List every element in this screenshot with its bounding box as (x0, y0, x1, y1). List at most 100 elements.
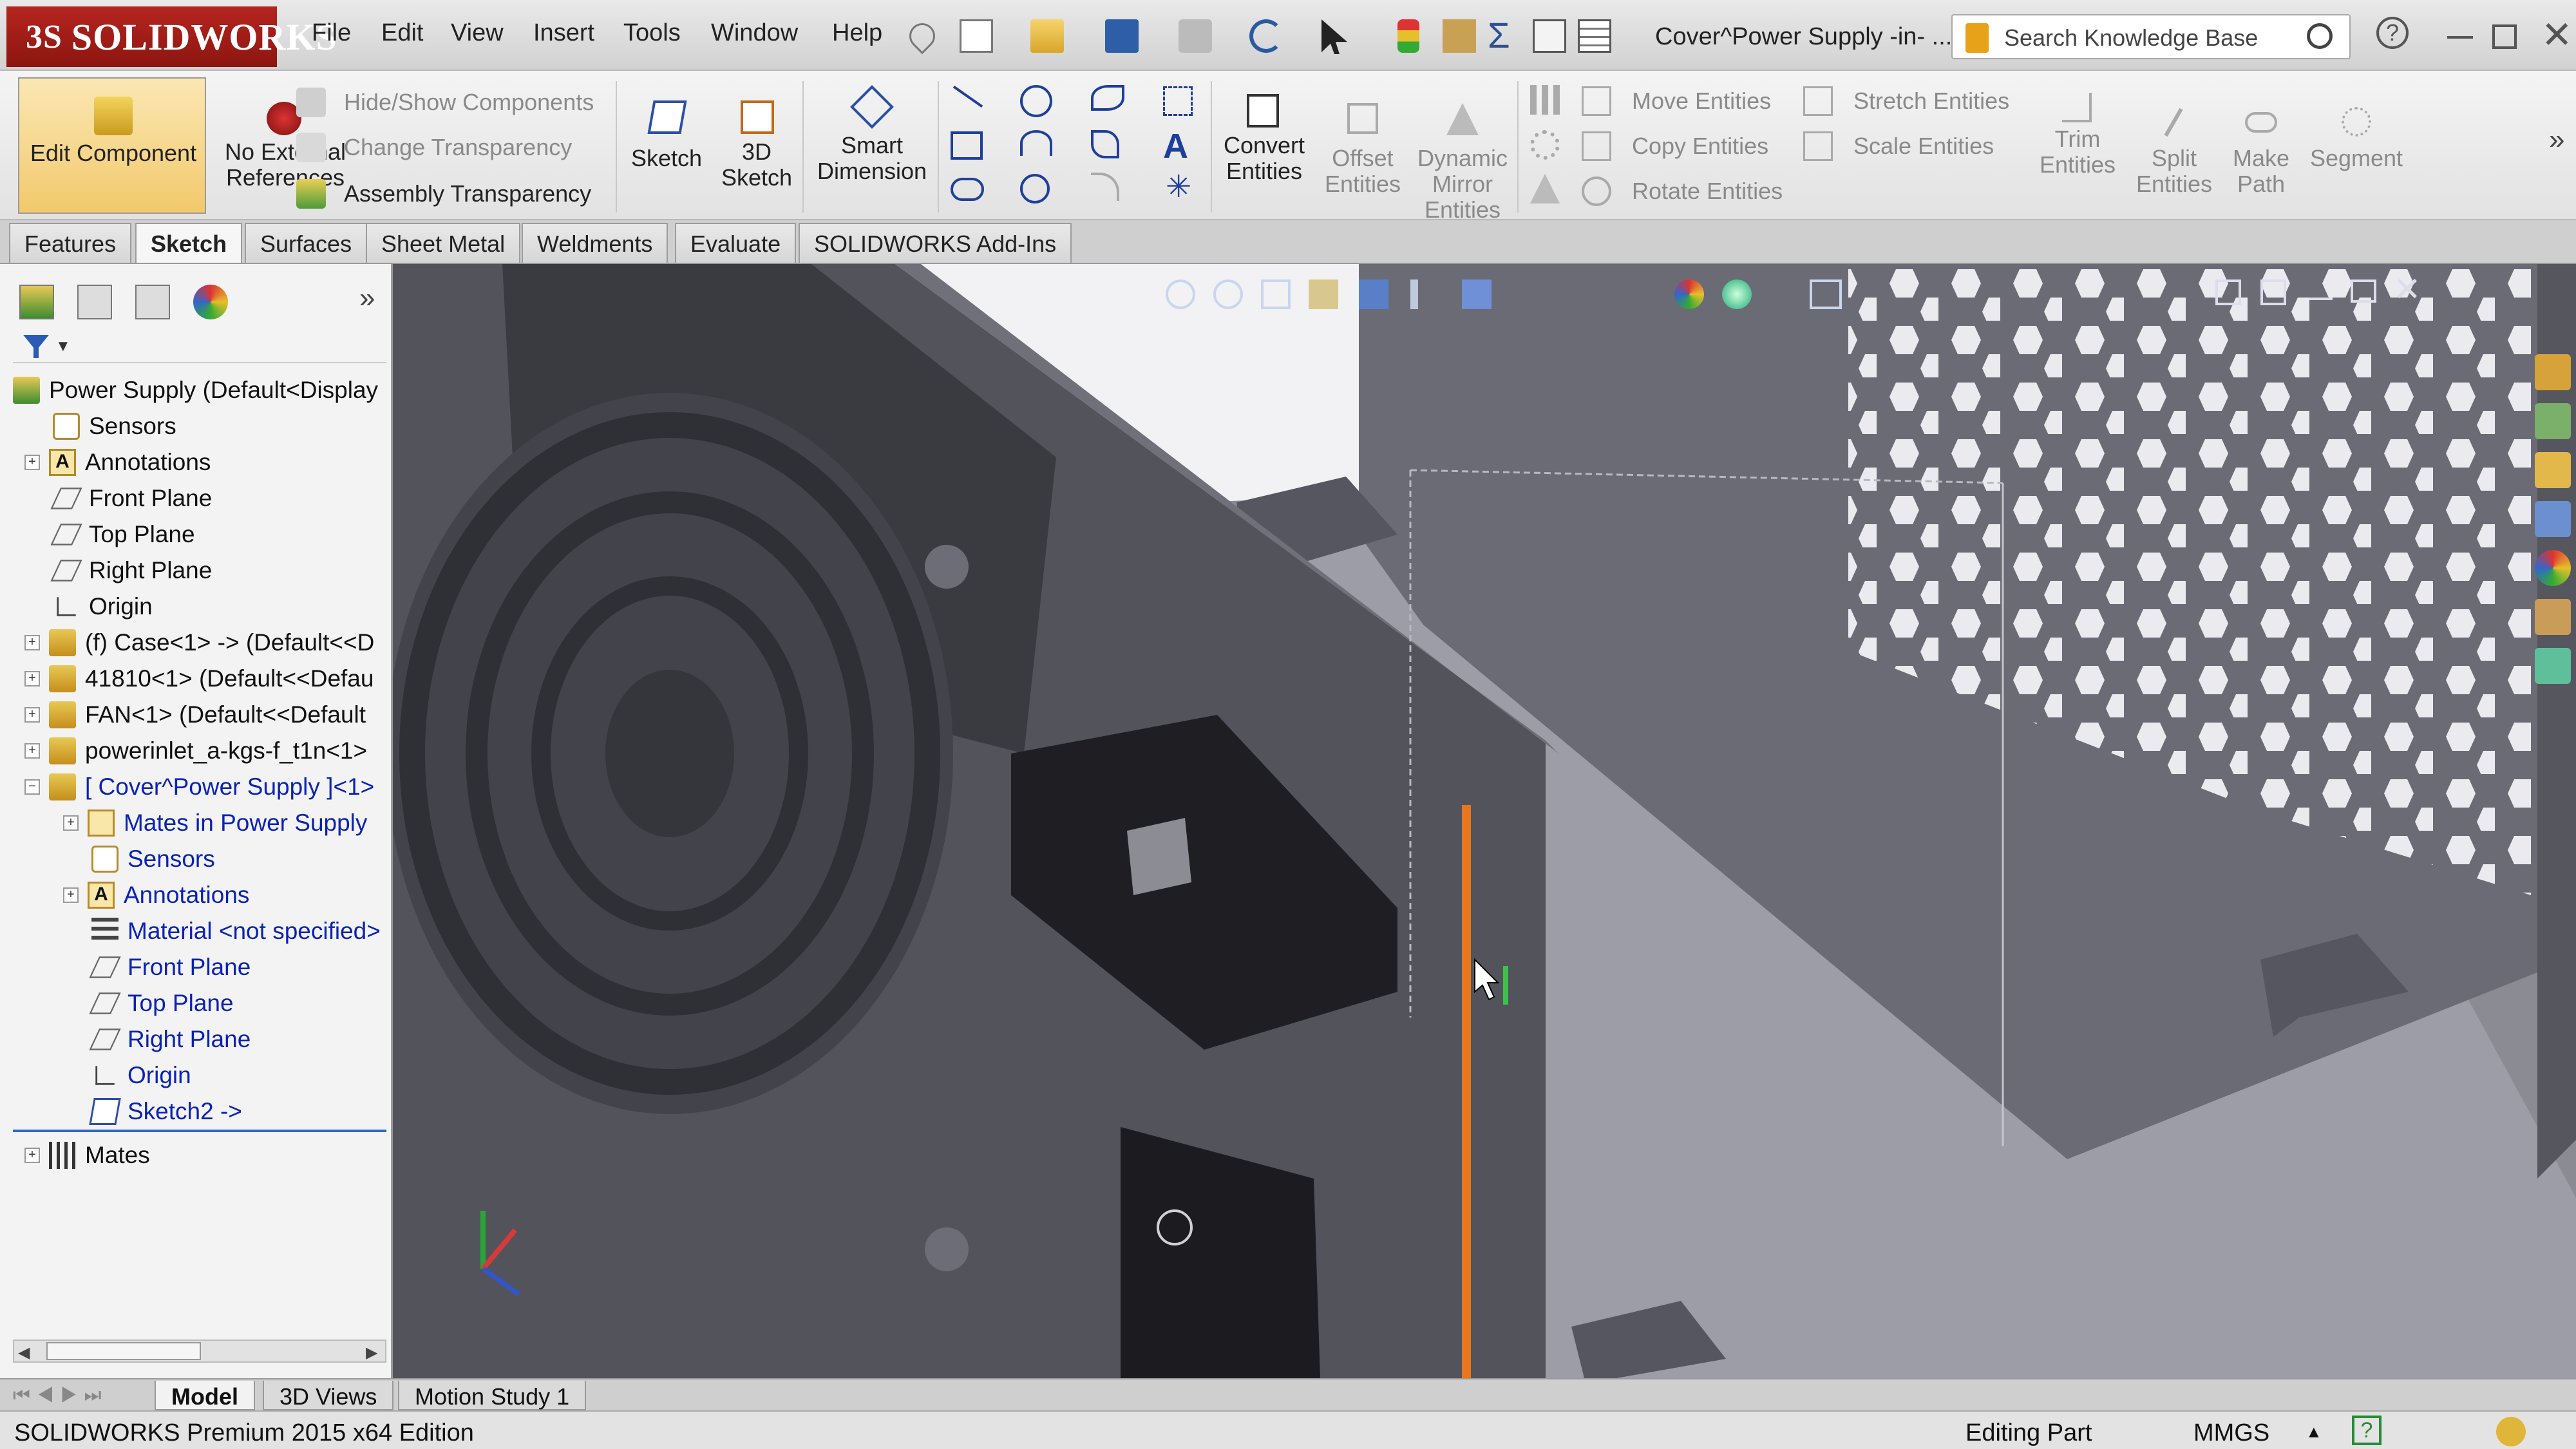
tab-sheet-metal[interactable]: Sheet Metal (366, 223, 521, 263)
tree-item-cover-front-plane[interactable]: Front Plane (89, 949, 251, 985)
menu-help[interactable]: Help (832, 19, 882, 47)
viewport-restore-icon[interactable] (2351, 279, 2376, 303)
edit-component-button[interactable]: Edit Component (18, 77, 206, 214)
rotate-entities-button[interactable]: Rotate Entities (1582, 174, 1826, 209)
copy-entities-button[interactable]: Copy Entities (1582, 129, 1826, 164)
tree-item-origin[interactable]: Origin (53, 589, 153, 625)
open-folder-icon[interactable] (1030, 19, 1064, 53)
tree-item-top-plane[interactable]: Top Plane (50, 516, 195, 553)
slot-icon[interactable] (951, 178, 984, 201)
graphics-viewport[interactable]: ✕ (393, 264, 2576, 1378)
menu-insert[interactable]: Insert (533, 19, 594, 47)
solidworks-resources-icon[interactable] (2535, 354, 2571, 390)
panel-horizontal-scrollbar[interactable]: ◀ ▶ (13, 1340, 386, 1363)
move-entities-button[interactable]: Move Entities (1582, 84, 1826, 118)
tree-item-sketch2[interactable]: Sketch2 -> (89, 1094, 242, 1130)
text-icon[interactable]: A (1163, 126, 1188, 166)
tree-item-cover-origin[interactable]: Origin (91, 1057, 191, 1094)
tab-scroll-arrows[interactable]: ⏮◀▶⏭ (13, 1385, 108, 1406)
help-icon[interactable]: ? (2376, 17, 2409, 49)
pin-icon[interactable] (904, 17, 941, 55)
save-icon[interactable] (1105, 19, 1139, 53)
tree-item-mates[interactable]: + Mates (24, 1137, 150, 1173)
menu-tools[interactable]: Tools (623, 19, 681, 47)
offset-entities-button[interactable]: Offset Entities (1318, 84, 1408, 213)
tree-item-annotations[interactable]: + A Annotations (24, 444, 211, 480)
scroll-thumb[interactable] (46, 1342, 201, 1360)
design-library-icon[interactable] (2535, 403, 2571, 439)
expand-icon[interactable]: + (24, 1148, 40, 1163)
status-units[interactable]: MMGS (2193, 1419, 2269, 1447)
tab-surfaces[interactable]: Surfaces (245, 223, 368, 263)
segment-button[interactable]: Segment (2309, 84, 2403, 213)
expand-icon[interactable]: + (63, 887, 79, 903)
arc-icon[interactable] (1020, 130, 1052, 156)
convert-entities-button[interactable]: Convert Entities (1217, 84, 1311, 213)
previous-view-icon[interactable] (1261, 279, 1291, 309)
zoom-to-fit-icon[interactable] (1166, 279, 1195, 309)
chevron-right-icon[interactable]: » (2549, 124, 2564, 156)
display-manager-tab-icon[interactable] (193, 285, 228, 319)
tab-model[interactable]: Model (155, 1381, 255, 1410)
tree-item-cover-power-supply[interactable]: − [ Cover^Power Supply ]<1> (24, 769, 374, 805)
tree-item-material[interactable]: Material <not specified> (91, 913, 381, 949)
hide-show-items-icon[interactable] (1462, 279, 1492, 309)
feature-manager-tab-icon[interactable] (19, 285, 54, 319)
rebuild-traffic-light-icon[interactable] (1397, 19, 1419, 53)
sketch-fillet-region-icon[interactable] (1163, 86, 1193, 116)
tree-item-mates-in-power-supply[interactable]: + Mates in Power Supply (63, 805, 367, 841)
section-view-icon[interactable] (1309, 279, 1338, 309)
menu-file[interactable]: File (312, 19, 351, 47)
options-icon[interactable] (1578, 19, 1611, 53)
spline-icon[interactable] (1091, 85, 1124, 111)
expand-icon[interactable]: + (63, 815, 79, 831)
tree-item-cover-sensors[interactable]: Sensors (91, 841, 215, 877)
linear-pattern-icon[interactable] (1530, 85, 1560, 115)
menu-edit[interactable]: Edit (381, 19, 423, 47)
select-cursor-icon[interactable] (1321, 19, 1347, 54)
viewport-link-icon[interactable] (2260, 279, 2286, 305)
change-transparency-button[interactable]: Change Transparency (296, 131, 631, 164)
3d-sketch-button[interactable]: 3D Sketch (715, 90, 799, 206)
compare-icon[interactable] (1533, 19, 1566, 53)
tab-evaluate[interactable]: Evaluate (675, 223, 797, 263)
rebuild-status-icon[interactable] (2496, 1417, 2526, 1446)
property-manager-tab-icon[interactable] (77, 285, 112, 319)
circular-pattern-icon[interactable] (1530, 130, 1560, 160)
make-path-button[interactable]: Make Path (2219, 84, 2303, 213)
tree-item-41810[interactable]: + 41810<1> (Default<<Defau (24, 661, 374, 697)
selected-edge-highlight[interactable] (1462, 805, 1471, 1378)
menu-view[interactable]: View (451, 19, 504, 47)
view-orientation-icon[interactable] (1359, 279, 1388, 309)
expand-icon[interactable]: + (24, 707, 40, 723)
expand-icon[interactable]: + (24, 743, 40, 759)
line-icon[interactable] (952, 85, 983, 108)
expand-panel-icon[interactable]: » (359, 282, 375, 314)
assembly-transparency-button[interactable]: Assembly Transparency (296, 178, 631, 210)
tree-item-front-plane[interactable]: Front Plane (50, 480, 212, 516)
point-icon[interactable]: ✳ (1166, 169, 1191, 205)
circle-icon[interactable] (1020, 85, 1052, 117)
configuration-manager-tab-icon[interactable] (135, 285, 170, 319)
tab-features[interactable]: Features (9, 223, 132, 263)
undo-icon[interactable] (1249, 19, 1283, 53)
tree-item-cover-top-plane[interactable]: Top Plane (89, 985, 234, 1021)
file-properties-icon[interactable] (1443, 19, 1476, 53)
tree-item-powerinlet[interactable]: + powerinlet_a-kgs-f_t1n<1> (24, 733, 367, 769)
solidworks-forum-icon[interactable] (2535, 648, 2571, 684)
tab-sketch[interactable]: Sketch (135, 223, 243, 263)
tree-item-cover-right-plane[interactable]: Right Plane (89, 1021, 251, 1057)
collapse-icon[interactable]: − (24, 779, 40, 795)
tree-item-cover-annotations[interactable]: + A Annotations (63, 877, 249, 913)
viewport-close-icon[interactable]: ✕ (2393, 270, 2421, 309)
viewport-split-icon[interactable] (2215, 279, 2241, 305)
tree-item-case[interactable]: + (f) Case<1> -> (Default<<D (24, 625, 374, 661)
tab-motion-study-1[interactable]: Motion Study 1 (398, 1381, 587, 1410)
tree-item-sensors[interactable]: Sensors (53, 408, 176, 444)
zoom-to-area-icon[interactable] (1213, 279, 1243, 309)
view-settings-icon[interactable] (1810, 279, 1842, 309)
display-relations-icon[interactable] (1530, 174, 1560, 204)
edit-appearance-icon[interactable] (1674, 279, 1704, 309)
minimize-icon[interactable] (2447, 36, 2473, 39)
ellipse-icon[interactable] (1091, 130, 1119, 158)
